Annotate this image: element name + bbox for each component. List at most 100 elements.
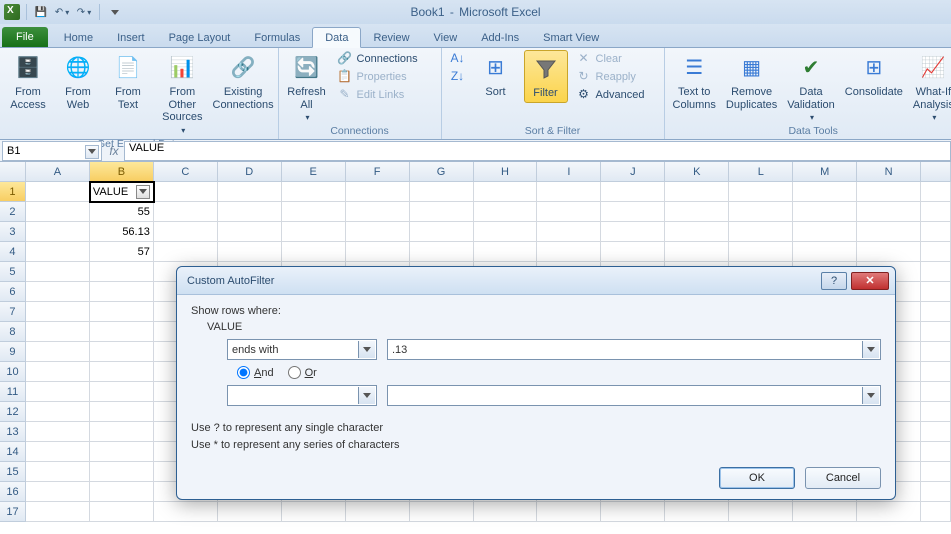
cell[interactable]: 55 xyxy=(90,202,154,222)
row-header[interactable]: 12 xyxy=(0,402,26,422)
cell[interactable] xyxy=(90,502,154,522)
cell[interactable] xyxy=(921,402,951,422)
row-header[interactable]: 11 xyxy=(0,382,26,402)
cell[interactable]: VALUE xyxy=(90,182,154,202)
cell[interactable] xyxy=(218,222,282,242)
cell[interactable] xyxy=(90,442,154,462)
tab-addins[interactable]: Add-Ins xyxy=(469,28,531,47)
tab-review[interactable]: Review xyxy=(361,28,421,47)
cell[interactable] xyxy=(537,502,601,522)
cell[interactable] xyxy=(793,502,857,522)
cell[interactable] xyxy=(921,282,951,302)
cell[interactable] xyxy=(26,322,90,342)
cell[interactable] xyxy=(90,482,154,502)
cell[interactable] xyxy=(474,222,538,242)
tab-formulas[interactable]: Formulas xyxy=(242,28,312,47)
cell[interactable] xyxy=(665,502,729,522)
from-text-button[interactable]: 📄From Text xyxy=(106,50,150,113)
cell[interactable] xyxy=(154,242,218,262)
cell[interactable] xyxy=(26,482,90,502)
fx-icon[interactable]: fx xyxy=(104,144,124,158)
filter-dropdown-button[interactable] xyxy=(136,185,150,199)
cell[interactable] xyxy=(921,382,951,402)
cell[interactable] xyxy=(218,242,282,262)
cell[interactable] xyxy=(282,502,346,522)
sort-button[interactable]: ⊞Sort xyxy=(474,50,518,101)
cell[interactable] xyxy=(154,182,218,202)
cell[interactable] xyxy=(793,242,857,262)
name-box-dropdown[interactable] xyxy=(85,145,99,159)
cell[interactable] xyxy=(793,182,857,202)
row-header[interactable]: 3 xyxy=(0,222,26,242)
cell[interactable] xyxy=(218,202,282,222)
column-header[interactable]: F xyxy=(346,162,410,182)
filter-button[interactable]: Filter xyxy=(524,50,568,103)
cell[interactable] xyxy=(537,182,601,202)
cell[interactable] xyxy=(857,502,921,522)
from-other-button[interactable]: 📊From Other Sources▾ xyxy=(156,50,209,137)
undo-button[interactable]: ↶▾ xyxy=(53,3,71,21)
cell[interactable] xyxy=(474,202,538,222)
cell[interactable] xyxy=(474,242,538,262)
column-header[interactable]: C xyxy=(154,162,218,182)
text-to-columns-button[interactable]: ☰Text to Columns xyxy=(671,50,718,113)
cell[interactable] xyxy=(26,182,90,202)
consolidate-button[interactable]: ⊞Consolidate xyxy=(843,50,905,101)
row-header[interactable]: 14 xyxy=(0,442,26,462)
dialog-titlebar[interactable]: Custom AutoFilter ? ✕ xyxy=(177,267,895,295)
cell[interactable] xyxy=(921,202,951,222)
save-button[interactable]: 💾 xyxy=(33,4,49,20)
column-header[interactable]: A xyxy=(26,162,90,182)
cell[interactable] xyxy=(346,222,410,242)
redo-button[interactable]: ↷▾ xyxy=(75,3,93,21)
operator2-combo[interactable] xyxy=(227,385,377,406)
cell[interactable] xyxy=(410,202,474,222)
column-header[interactable]: H xyxy=(474,162,538,182)
cell[interactable] xyxy=(921,262,951,282)
cell[interactable] xyxy=(410,242,474,262)
cell[interactable] xyxy=(474,502,538,522)
cell[interactable] xyxy=(90,302,154,322)
cell[interactable] xyxy=(729,202,793,222)
cell[interactable] xyxy=(601,242,665,262)
cell[interactable] xyxy=(26,222,90,242)
value1-input[interactable]: .13 xyxy=(387,339,881,360)
tab-smartview[interactable]: Smart View xyxy=(531,28,611,47)
cell[interactable] xyxy=(26,302,90,322)
cell[interactable] xyxy=(921,182,951,202)
advanced-button[interactable]: ⚙Advanced xyxy=(574,86,658,104)
row-header[interactable]: 5 xyxy=(0,262,26,282)
row-header[interactable]: 10 xyxy=(0,362,26,382)
row-header[interactable]: 13 xyxy=(0,422,26,442)
cell[interactable] xyxy=(90,282,154,302)
cell[interactable] xyxy=(26,402,90,422)
cell[interactable] xyxy=(921,442,951,462)
cell[interactable] xyxy=(921,502,951,522)
row-header[interactable]: 7 xyxy=(0,302,26,322)
row-header[interactable]: 6 xyxy=(0,282,26,302)
reapply-button[interactable]: ↻Reapply xyxy=(574,68,658,86)
cell[interactable] xyxy=(154,222,218,242)
cell[interactable] xyxy=(90,362,154,382)
whatif-button[interactable]: 📈What-If Analysis▾ xyxy=(911,50,951,124)
cell[interactable] xyxy=(90,422,154,442)
column-header[interactable]: J xyxy=(601,162,665,182)
cell[interactable] xyxy=(793,202,857,222)
column-header[interactable]: N xyxy=(857,162,921,182)
or-radio[interactable]: Or xyxy=(288,366,317,379)
tab-data[interactable]: Data xyxy=(312,27,361,48)
cell[interactable] xyxy=(665,202,729,222)
edit-links-button[interactable]: ✎Edit Links xyxy=(335,86,435,104)
cell[interactable] xyxy=(537,242,601,262)
cancel-button[interactable]: Cancel xyxy=(805,467,881,489)
sort-asc-button[interactable]: A↓ xyxy=(448,50,468,68)
cell[interactable] xyxy=(26,202,90,222)
cell[interactable] xyxy=(26,502,90,522)
cell[interactable] xyxy=(346,182,410,202)
cell[interactable] xyxy=(665,242,729,262)
cell[interactable] xyxy=(921,242,951,262)
cell[interactable] xyxy=(729,222,793,242)
cell[interactable] xyxy=(921,462,951,482)
column-header[interactable]: G xyxy=(410,162,474,182)
row-header[interactable]: 9 xyxy=(0,342,26,362)
